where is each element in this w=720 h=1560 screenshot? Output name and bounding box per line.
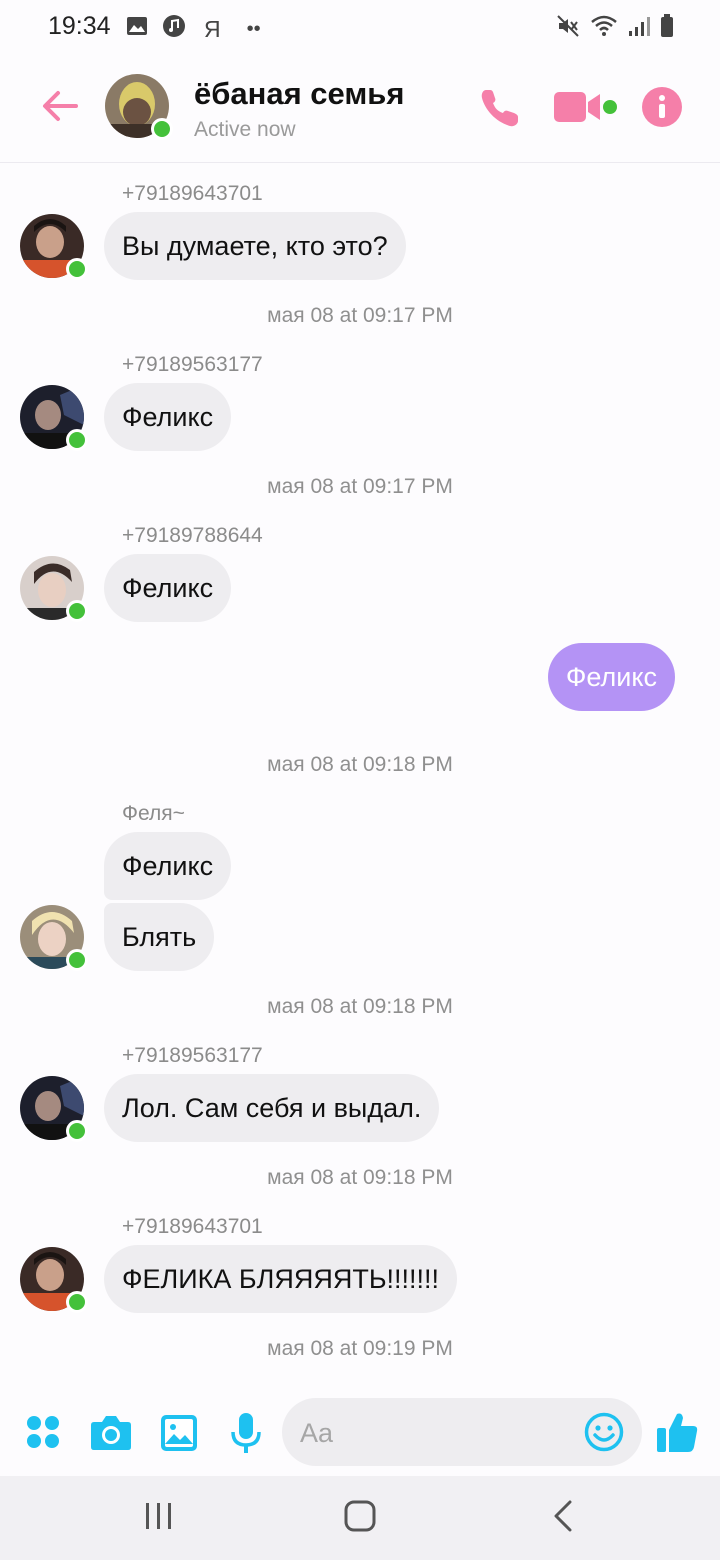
notification-letter: Я	[204, 15, 221, 42]
home-button[interactable]	[344, 1500, 376, 1537]
sender-name: +79189643701	[122, 182, 263, 205]
wifi-icon	[590, 14, 618, 43]
image-icon	[161, 1415, 197, 1451]
message-input[interactable]: Aa	[282, 1398, 642, 1466]
more-notifications-icon: ••	[246, 17, 261, 40]
message-composer: Aa	[0, 1390, 720, 1476]
timestamp: мая 08 at 09:18 PM	[267, 753, 453, 776]
system-nav-bar	[0, 1476, 720, 1560]
camera-button[interactable]	[90, 1412, 132, 1457]
status-bar: 19:34 Я ••	[0, 0, 720, 56]
chat-title: ёбаная семья	[194, 76, 405, 111]
sender-name: +79189563177	[122, 1044, 263, 1067]
apps-icon	[27, 1416, 59, 1448]
chat-header: ёбаная семья Active now	[0, 56, 720, 163]
camera-icon	[91, 1416, 131, 1450]
info-button[interactable]	[641, 86, 683, 133]
sender-avatar[interactable]	[20, 556, 88, 622]
apps-button[interactable]	[25, 1414, 61, 1455]
outgoing-message-bubble[interactable]: Феликс	[547, 643, 675, 711]
back-arrow-icon	[43, 91, 78, 121]
online-indicator	[151, 118, 173, 140]
online-indicator	[66, 1120, 88, 1142]
sender-avatar[interactable]	[20, 905, 88, 971]
music-notification-icon	[162, 14, 186, 44]
sender-name: +79189563177	[122, 353, 263, 376]
signal-icon	[628, 15, 650, 42]
chat-status: Active now	[194, 118, 296, 141]
sender-name: +79189788644	[122, 524, 263, 547]
voice-call-button[interactable]	[478, 86, 522, 135]
timestamp: мая 08 at 09:17 PM	[267, 304, 453, 327]
info-icon	[642, 87, 682, 127]
message-bubble[interactable]: ФЕЛИКА БЛЯЯЯЯТЬ!!!!!!!	[104, 1245, 458, 1313]
like-button[interactable]	[655, 1410, 699, 1459]
timestamp: мая 08 at 09:18 PM	[267, 995, 453, 1018]
sender-avatar[interactable]	[20, 1076, 88, 1142]
sender-avatar[interactable]	[20, 214, 88, 280]
back-nav-icon	[554, 1500, 572, 1532]
timestamp: мая 08 at 09:18 PM	[267, 1166, 453, 1189]
gallery-button[interactable]	[160, 1414, 198, 1457]
message-bubble[interactable]: Феликс	[104, 383, 232, 451]
group-avatar[interactable]	[105, 74, 173, 140]
emoji-icon	[584, 1412, 624, 1452]
message-input-placeholder: Aa	[300, 1418, 334, 1448]
sender-avatar[interactable]	[20, 1247, 88, 1313]
status-time: 19:34	[48, 12, 111, 40]
home-icon	[344, 1500, 376, 1532]
recent-apps-button[interactable]	[144, 1502, 174, 1535]
thumbs-up-icon	[657, 1413, 698, 1452]
online-indicator	[66, 1291, 88, 1313]
message-bubble[interactable]: Вы думаете, кто это?	[104, 212, 406, 280]
emoji-button[interactable]	[584, 1412, 624, 1457]
message-bubble[interactable]: Феликс	[104, 832, 232, 900]
sender-avatar[interactable]	[20, 385, 88, 451]
message-bubble[interactable]: Блять	[104, 903, 215, 971]
online-indicator	[66, 949, 88, 971]
timestamp: мая 08 at 09:19 PM	[267, 1337, 453, 1360]
back-button[interactable]	[40, 86, 80, 131]
battery-icon	[660, 14, 674, 43]
recent-apps-icon	[146, 1503, 171, 1529]
back-nav-button[interactable]	[552, 1500, 574, 1537]
message-bubble[interactable]: Феликс	[104, 554, 232, 622]
timestamp: мая 08 at 09:17 PM	[267, 475, 453, 498]
phone-icon	[481, 90, 518, 127]
gallery-notification-icon	[126, 16, 148, 42]
voice-message-button[interactable]	[230, 1412, 262, 1459]
sender-name: Феля~	[122, 802, 185, 825]
online-indicator	[66, 258, 88, 280]
online-indicator	[66, 600, 88, 622]
online-indicator	[66, 429, 88, 451]
mute-icon	[556, 14, 580, 43]
message-bubble[interactable]: Лол. Сам себя и выдал.	[104, 1074, 440, 1142]
video-camera-icon	[554, 92, 617, 122]
mic-icon	[231, 1413, 261, 1453]
video-call-button[interactable]	[554, 90, 620, 129]
sender-name: +79189643701	[122, 1215, 263, 1238]
